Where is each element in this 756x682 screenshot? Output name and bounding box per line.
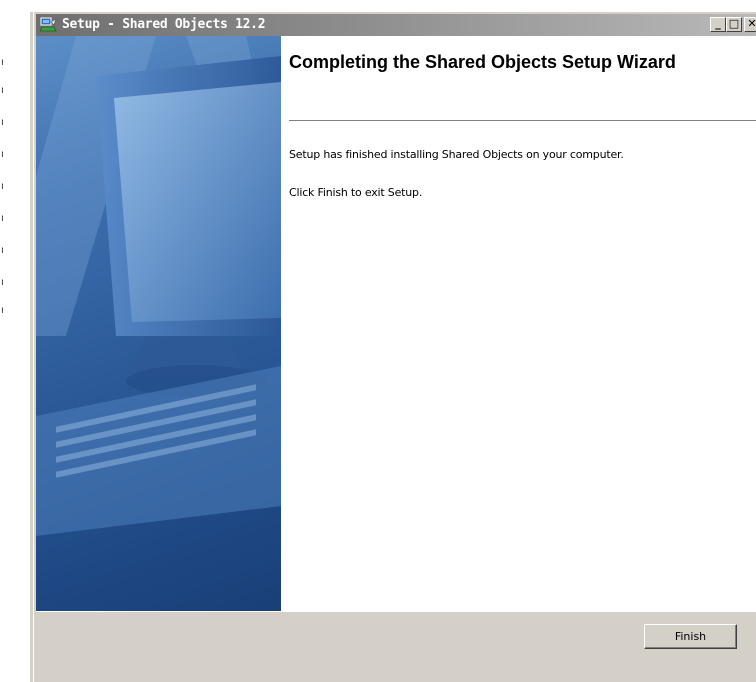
background-text-fragment: ı [1, 117, 4, 128]
background-window-edge: ı ı ı ı ı ı ı ı ı [0, 0, 30, 673]
minimize-icon: _ [715, 17, 721, 30]
background-text-fragment: ı [1, 305, 4, 316]
wizard-text-area: Completing the Shared Objects Setup Wiza… [281, 36, 756, 611]
finish-button[interactable]: Finish [644, 624, 737, 649]
window-title: Setup - Shared Objects 12.2 [62, 17, 266, 32]
minimize-button[interactable]: _ [710, 17, 726, 32]
background-text-fragment: ı [1, 57, 4, 68]
setup-wizard-window: Setup - Shared Objects 12.2 _ □ ✕ Comple… [30, 12, 756, 682]
heading-divider [289, 120, 756, 122]
background-text-fragment: ı [1, 85, 4, 96]
background-text-fragment: ı [1, 245, 4, 256]
close-button[interactable]: ✕ [744, 17, 756, 32]
button-bar: Finish [36, 611, 756, 674]
title-bar[interactable]: Setup - Shared Objects 12.2 _ □ ✕ [36, 14, 756, 36]
background-text-fragment: ı [1, 213, 4, 224]
maximize-icon: □ [728, 17, 740, 30]
maximize-button[interactable]: □ [726, 17, 742, 32]
background-text-fragment: ı [1, 277, 4, 288]
close-icon: ✕ [747, 17, 756, 30]
finished-message: Setup has finished installing Shared Obj… [289, 148, 624, 161]
computer-illustration [36, 36, 281, 536]
wizard-side-image [36, 36, 281, 611]
exit-instruction: Click Finish to exit Setup. [289, 186, 423, 199]
setup-app-icon [39, 17, 57, 33]
page-title: Completing the Shared Objects Setup Wiza… [289, 52, 676, 72]
wizard-content: Completing the Shared Objects Setup Wiza… [36, 36, 756, 612]
background-text-fragment: ı [1, 181, 4, 192]
background-text-fragment: ı [1, 149, 4, 160]
